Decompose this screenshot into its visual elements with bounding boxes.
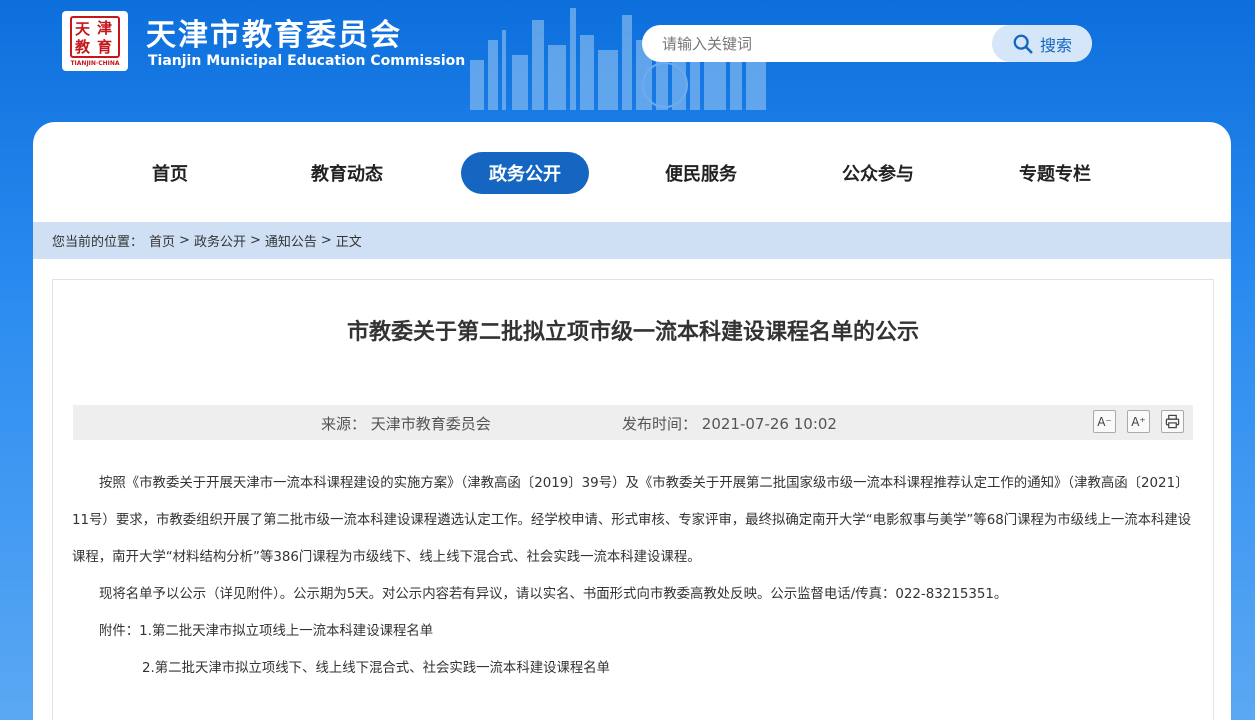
search-input[interactable] [642,25,992,62]
attachment-link[interactable]: 附件：1.第二批天津市拟立项线上一流本科建设课程名单 [72,613,1192,650]
time-label: 发布时间： [622,415,698,433]
site-logo[interactable]: 天 津 教 育 TIANJIN·CHINA [62,11,128,71]
nav-item-public-services[interactable]: 便民服务 [636,152,766,194]
source-label: 来源： [321,415,367,433]
main-nav: 首页 教育动态 政务公开 便民服务 公众参与 专题专栏 [33,122,1231,222]
font-smaller-button[interactable]: A⁻ [1093,410,1116,433]
time-value: 2021-07-26 10:02 [701,415,837,433]
nav-item-public-participation[interactable]: 公众参与 [813,152,943,194]
search-icon [1013,34,1033,54]
search-button[interactable]: 搜索 [992,25,1092,62]
logo-caption: TIANJIN·CHINA [70,60,120,67]
breadcrumb-link-government-affairs[interactable]: 政务公开 [194,231,246,250]
article-title: 市教委关于第二批拟立项市级一流本科建设课程名单的公示 [346,320,919,345]
logo-char: 津 [97,19,113,37]
breadcrumb-separator: > [249,233,261,248]
nav-item-special-topics[interactable]: 专题专栏 [990,152,1120,194]
article-meta-bar: 来源： 天津市教育委员会 发布时间： 2021-07-26 10:02 A⁻ A… [73,405,1193,440]
article-paragraph: 现将名单予以公示（详见附件）。公示期为5天。对公示内容若有异议，请以实名、书面形… [99,587,1008,602]
breadcrumb-prefix: 您当前的位置： [52,235,144,250]
printer-icon [1165,414,1180,429]
font-larger-button[interactable]: A⁺ [1127,410,1150,433]
breadcrumb-current: 正文 [335,235,362,250]
breadcrumb-link-home[interactable]: 首页 [149,231,175,250]
site-subtitle: Tianjin Municipal Education Commission [148,53,466,69]
logo-char: 育 [97,38,113,56]
breadcrumb: 您当前的位置： 首页 > 政务公开 > 通知公告 > 正文 [33,222,1231,259]
search-button-label: 搜索 [1039,35,1072,55]
article-publish-time: 发布时间： 2021-07-26 10:02 [622,413,837,434]
attachment-link[interactable]: 2.第二批天津市拟立项线下、线上线下混合式、社会实践一流本科建设课程名单 [72,650,1192,687]
nav-item-government-affairs[interactable]: 政务公开 [461,152,589,194]
article: 市教委关于第二批拟立项市级一流本科建设课程名单的公示 来源： 天津市教育委员会 … [52,279,1214,720]
breadcrumb-separator: > [320,233,332,248]
print-button[interactable] [1161,410,1184,433]
article-body: 按照《市教委关于开展天津市一流本科课程建设的实施方案》（津教高函〔2019〕39… [72,465,1192,687]
site-title[interactable]: 天津市教育委员会 [146,10,402,54]
article-paragraph: 按照《市教委关于开展天津市一流本科课程建设的实施方案》（津教高函〔2019〕39… [72,476,1192,565]
logo-seal: 天 津 教 育 [70,16,120,58]
source-value: 天津市教育委员会 [370,415,491,433]
breadcrumb-link-notices[interactable]: 通知公告 [265,231,317,250]
search-box: 搜索 [642,25,1092,62]
logo-char: 教 [75,38,91,56]
nav-item-home[interactable]: 首页 [105,152,235,194]
article-source: 来源： 天津市教育委员会 [321,413,491,434]
nav-item-education-news[interactable]: 教育动态 [282,152,412,194]
main-panel: 首页 教育动态 政务公开 便民服务 公众参与 专题专栏 您当前的位置： 首页 >… [33,122,1231,720]
breadcrumb-separator: > [179,233,190,248]
